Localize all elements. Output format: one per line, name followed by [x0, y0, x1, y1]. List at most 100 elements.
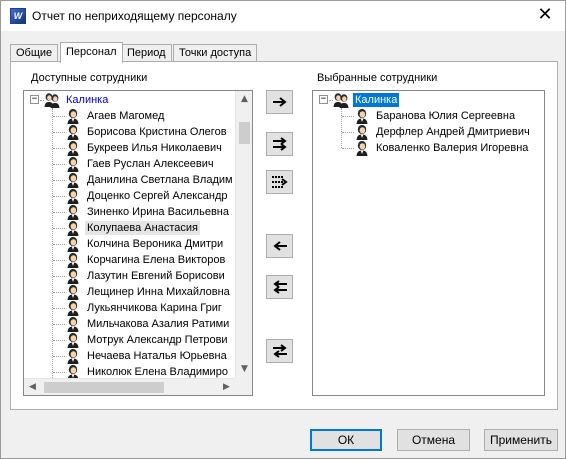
employee-list-item[interactable]: Лещинер Инна Михайловна — [65, 284, 232, 300]
person-icon — [67, 108, 79, 124]
apply-button[interactable]: Применить — [484, 429, 558, 451]
employee-name: Зиненко Ирина Васильевна — [87, 206, 229, 218]
employee-list-item[interactable]: Данилина Светлана Владим — [65, 172, 235, 188]
tree-connector — [53, 324, 65, 325]
add-all-button[interactable] — [266, 170, 293, 194]
app-icon: W — [10, 8, 26, 24]
selected-employees-label: Выбранные сотрудники — [317, 72, 438, 84]
employee-list-item[interactable]: Букреев Илья Николаевич — [65, 140, 224, 156]
person-icon — [67, 268, 79, 284]
employee-list-item[interactable]: Лукьянчикова Карина Григ — [65, 300, 224, 316]
add-selected-button[interactable] — [266, 90, 293, 114]
scroll-down-arrow-icon[interactable]: ▼ — [236, 361, 252, 378]
tree-root-label: Калинка — [353, 93, 400, 107]
dotted-arrow-right-icon — [271, 176, 288, 188]
tree-collapse-icon[interactable]: − — [319, 95, 328, 104]
tree-connector — [53, 116, 65, 117]
arrow-right-icon — [272, 97, 287, 107]
tree-connector — [53, 372, 65, 373]
person-icon — [67, 124, 79, 140]
double-arrow-left-icon — [272, 280, 287, 294]
selected-employees-tree[interactable]: − Калинка Баранова Юлия Сергеевна Дерфле… — [312, 90, 545, 396]
tree-root-node[interactable]: Калинка — [333, 92, 400, 108]
scroll-thumb[interactable] — [239, 122, 250, 144]
double-arrow-right-icon — [272, 137, 287, 151]
add-group-button[interactable] — [266, 132, 293, 156]
employee-name: Доценко Сергей Александр — [87, 190, 228, 202]
tree-connector — [53, 276, 65, 277]
employee-name: Нечаева Наталья Юрьевна — [87, 350, 227, 362]
tree-connector — [53, 212, 65, 213]
person-icon — [356, 124, 368, 140]
employee-list-item[interactable]: Баранова Юлия Сергеевна — [354, 108, 517, 124]
person-icon — [67, 140, 79, 156]
tree-connector — [53, 356, 65, 357]
available-horizontal-scrollbar[interactable]: ◀ ▶ — [24, 378, 235, 395]
tree-root-node[interactable]: Калинка — [44, 92, 110, 108]
horizontal-scroll-thumb[interactable] — [44, 382, 164, 393]
employee-list-item[interactable]: Лазутин Евгений Борисови — [65, 268, 227, 284]
employee-list-item[interactable]: Дерфлер Андрей Дмитриевич — [354, 124, 532, 140]
dialog-window: W Отчет по неприходящему персоналу ✕ Общ… — [0, 0, 566, 459]
employee-list-item[interactable]: Агаев Магомед — [65, 108, 166, 124]
close-button[interactable]: ✕ — [531, 4, 559, 28]
employee-list-item[interactable]: Зиненко Ирина Васильевна — [65, 204, 231, 220]
scrollbar-corner — [235, 378, 252, 395]
employee-name: Николюк Елена Владимиро — [87, 366, 228, 378]
available-employees-tree[interactable]: − Калинка Агаев Магомед Борисова Кристин… — [23, 90, 253, 396]
person-icon — [67, 332, 79, 348]
employee-list-item[interactable]: Коваленко Валерия Игоревна — [354, 140, 530, 156]
person-icon — [67, 300, 79, 316]
tab-period[interactable]: Период — [121, 44, 172, 62]
employee-name: Баранова Юлия Сергеевна — [376, 110, 516, 122]
employee-name: Агаев Магомед — [87, 110, 165, 122]
person-icon — [67, 252, 79, 268]
tree-connector — [53, 196, 65, 197]
person-icon — [67, 316, 79, 332]
scroll-up-arrow-icon[interactable]: ▲ — [236, 91, 252, 108]
tree-connector — [53, 132, 65, 133]
employee-list-item[interactable]: Борисова Кристина Олегов — [65, 124, 229, 140]
tree-connector — [53, 228, 65, 229]
employee-name: Колупаева Анастасия — [85, 221, 200, 235]
employee-name: Колчина Вероника Дмитри — [87, 238, 224, 250]
employee-name: Дерфлер Андрей Дмитриевич — [376, 126, 530, 138]
tab-panel-personnel: Доступные сотрудники − Калинка Агаев Маг… — [10, 61, 558, 410]
tree-collapse-icon[interactable]: − — [30, 95, 39, 104]
employee-list-item[interactable]: Корчагина Елена Викторов — [65, 252, 227, 268]
group-icon — [44, 93, 60, 108]
employee-list-item[interactable]: Нечаева Наталья Юрьевна — [65, 348, 229, 364]
tree-connector — [53, 180, 65, 181]
tree-connector — [53, 292, 65, 293]
person-icon — [67, 188, 79, 204]
tree-root-label: Калинка — [66, 94, 109, 106]
tree-connector — [341, 108, 342, 148]
employee-name: Лазутин Евгений Борисови — [87, 270, 225, 282]
tab-general[interactable]: Общие — [10, 44, 59, 62]
available-employees-label: Доступные сотрудники — [31, 72, 148, 84]
remove-all-button[interactable] — [266, 275, 293, 299]
person-icon — [67, 156, 79, 172]
cancel-button[interactable]: Отмена — [397, 429, 470, 451]
employee-name: Гаев Руслан Алексеевич — [87, 158, 214, 170]
scroll-left-arrow-icon[interactable]: ◀ — [24, 379, 41, 395]
employee-list-item[interactable]: Доценко Сергей Александр — [65, 188, 229, 204]
employee-list-item[interactable]: Гаев Руслан Алексеевич — [65, 156, 216, 172]
available-vertical-scrollbar[interactable]: ▲ ▼ — [235, 91, 252, 378]
employee-list-item[interactable]: Мотрук Александр Петрови — [65, 332, 230, 348]
swap-button[interactable] — [266, 339, 293, 363]
tab-personnel[interactable]: Персонал — [60, 42, 123, 63]
person-icon — [67, 284, 79, 300]
remove-selected-button[interactable] — [266, 234, 293, 258]
employee-name: Букреев Илья Николаевич — [87, 142, 222, 154]
employee-name: Борисова Кристина Олегов — [87, 126, 227, 138]
tab-access-points[interactable]: Точки доступа — [173, 44, 258, 62]
ok-button[interactable]: ОК — [310, 429, 382, 451]
person-icon — [67, 172, 79, 188]
employee-list-item[interactable]: Колчина Вероника Дмитри — [65, 236, 225, 252]
employee-name: Данилина Светлана Владим — [87, 174, 233, 186]
employee-list-item[interactable]: Колупаева Анастасия — [65, 220, 200, 236]
employee-list-item[interactable]: Мильчакова Азалия Ратими — [65, 316, 231, 332]
scroll-right-arrow-icon[interactable]: ▶ — [218, 379, 235, 395]
person-icon — [67, 220, 79, 236]
